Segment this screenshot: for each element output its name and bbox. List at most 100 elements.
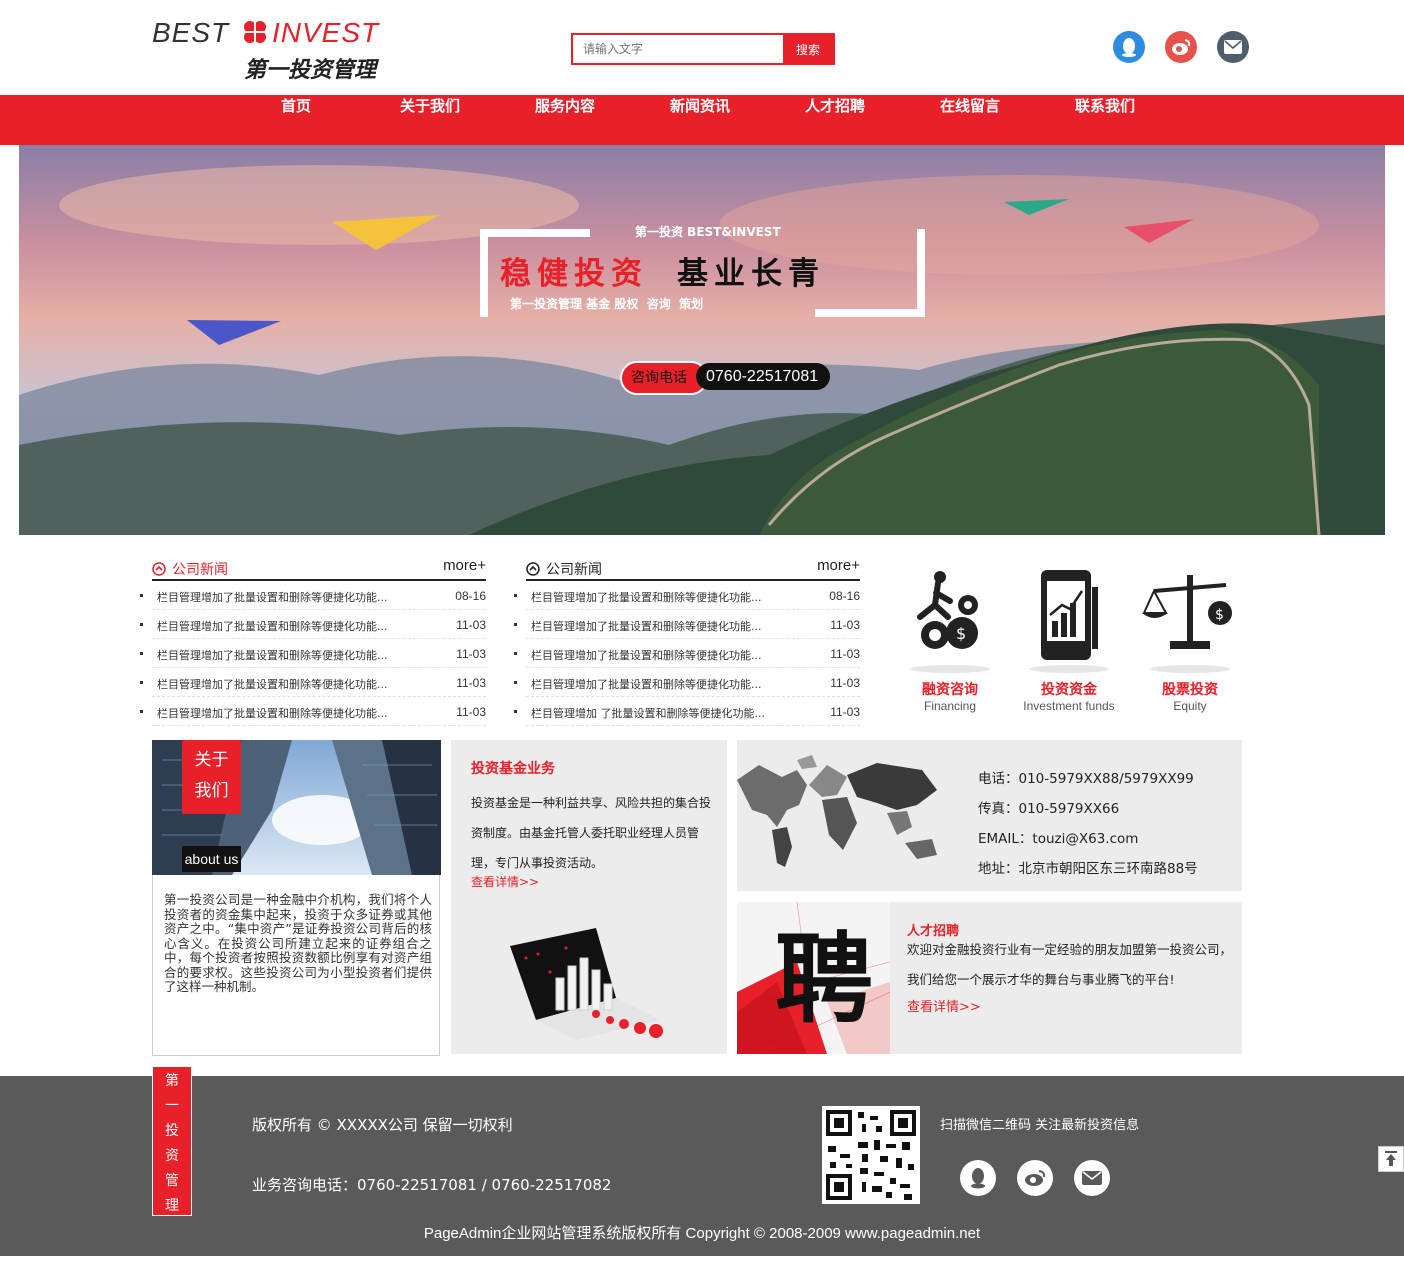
news-item-title[interactable]: 栏目管理增加了批量设置和删除等便捷化功能... xyxy=(157,589,388,605)
nav-item-services[interactable]: 服务内容 xyxy=(535,95,595,145)
svg-text:$: $ xyxy=(956,624,966,643)
nav-item-contact[interactable]: 联系我们 xyxy=(1075,95,1135,145)
service-financing[interactable]: $ 融资咨询 Financing xyxy=(900,565,1000,713)
news-item-date: 11-03 xyxy=(456,705,486,719)
logo-best-text: BEST xyxy=(152,17,230,48)
fund-panel: 投资基金业务 投资基金是一种利益共享、风险共担的集合投资制度。由基金托管人委托职… xyxy=(451,740,727,1054)
search-input[interactable] xyxy=(573,35,783,63)
news-item-date: 11-03 xyxy=(830,618,860,632)
search-button[interactable]: 搜索 xyxy=(783,35,833,63)
hero-banner: 第一投资 BEST&INVEST 稳健投资 基业长青 第一投资管理 基金 股权 … xyxy=(19,145,1385,535)
footer-hotline: 业务咨询电话：0760-22517081 / 0760-22517082 xyxy=(252,1176,612,1194)
news-item[interactable]: 栏目管理增加了批量设置和删除等便捷化功能... 08-16 xyxy=(514,581,860,610)
news-item[interactable]: 栏目管理增加了批量设置和删除等便捷化功能... 08-16 xyxy=(140,581,486,610)
contact-address: 地址：北京市朝阳区东三环南路88号 xyxy=(978,861,1198,877)
footer-copyright: 版权所有 © XXXXX公司 保留一切权利 xyxy=(252,1116,513,1134)
news-item-title[interactable]: 栏目管理增加了批量设置和删除等便捷化功能... xyxy=(157,647,388,663)
world-map-image xyxy=(737,755,937,867)
news-title: 公司新闻 xyxy=(172,562,228,578)
fund-more-link[interactable]: 查看详情>> xyxy=(471,873,539,890)
news-item-date: 11-03 xyxy=(456,647,486,661)
logo-chinese-text: 第一投资管理 xyxy=(244,58,377,83)
banner-headline-black: 基业长青 xyxy=(677,256,825,292)
contact-email[interactable]: EMAIL：touzi@X63.com xyxy=(978,824,1198,854)
nav-item-home[interactable]: 首页 xyxy=(281,95,311,145)
footer-weibo-icon[interactable] xyxy=(1017,1160,1053,1196)
news-more-link[interactable]: more+ xyxy=(817,557,860,574)
footer-vertical-char: 一 xyxy=(165,1098,179,1114)
logo-invest-text: INVEST xyxy=(272,17,380,48)
contact-phone: 电话：010-5979XX88/5979XX99 xyxy=(978,771,1194,787)
news-item-title[interactable]: 栏目管理增加了批量设置和删除等便捷化功能... xyxy=(531,647,762,663)
about-text: 第一投资公司是一种金融中介机构，我们将个人投资者的资金集中起来，投资于众多证券或… xyxy=(164,892,432,994)
news-item[interactable]: 栏目管理增加了批量设置和删除等便捷化功能... 11-03 xyxy=(140,610,486,639)
news-item-title[interactable]: 栏目管理增加了批量设置和删除等便捷化功能... xyxy=(157,676,388,692)
recruit-panel: 聘 人才招聘 欢迎对金融投资行业有一定经验的朋友加盟第一投资公司，我们给您一个展… xyxy=(737,902,1242,1054)
footer-vertical-label: 第 一 投 资 管 理 xyxy=(152,1066,192,1216)
qq-icon[interactable] xyxy=(1113,31,1145,63)
clover-logo-icon xyxy=(244,21,266,45)
footer-vertical-char: 资 xyxy=(165,1148,179,1164)
about-label-line2: 我们 xyxy=(194,781,229,801)
news-header: 公司新闻 more+ xyxy=(152,557,486,581)
footer-vertical-char: 理 xyxy=(165,1198,179,1214)
about-label-box: 关于 我们 xyxy=(182,740,241,814)
service-subtitle: Equity xyxy=(1173,699,1207,713)
back-to-top-button[interactable] xyxy=(1378,1146,1404,1172)
news-more-link[interactable]: more+ xyxy=(443,557,486,574)
service-subtitle: Investment funds xyxy=(1023,699,1115,713)
news-item[interactable]: 栏目管理增加 了批量设置和删除等便捷化功能... 11-03 xyxy=(514,697,860,726)
weibo-icon[interactable] xyxy=(1165,31,1197,63)
news-item-date: 11-03 xyxy=(456,676,486,690)
service-equity[interactable]: $ 股票投资 Equity xyxy=(1140,565,1240,713)
news-item[interactable]: 栏目管理增加了批量设置和删除等便捷化功能... 11-03 xyxy=(140,697,486,726)
news-item[interactable]: 栏目管理增加了批量设置和删除等便捷化功能... 11-03 xyxy=(514,639,860,668)
footer-vertical-char: 投 xyxy=(165,1123,179,1139)
news-item[interactable]: 栏目管理增加了批量设置和删除等便捷化功能... 11-03 xyxy=(514,668,860,697)
news-item-title[interactable]: 栏目管理增加了批量设置和删除等便捷化功能... xyxy=(531,676,762,692)
news-item[interactable]: 栏目管理增加了批量设置和删除等便捷化功能... 11-03 xyxy=(140,639,486,668)
svg-text:$: $ xyxy=(1215,607,1224,623)
footer-vertical-char: 管 xyxy=(165,1173,179,1189)
news-item-title[interactable]: 栏目管理增加了批量设置和删除等便捷化功能... xyxy=(157,618,388,634)
service-investment-funds[interactable]: 投资资金 Investment funds xyxy=(1014,565,1124,713)
news-item-date: 11-03 xyxy=(830,676,860,690)
recruit-text: 欢迎对金融投资行业有一定经验的朋友加盟第一投资公司，我们给您一个展示才华的舞台与… xyxy=(907,942,1233,987)
search-box: 搜索 xyxy=(571,33,835,65)
news-item-date: 11-03 xyxy=(830,647,860,661)
news-item[interactable]: 栏目管理增加了批量设置和删除等便捷化功能... 11-03 xyxy=(140,668,486,697)
laptop-chart-image xyxy=(510,928,663,1040)
fund-text: 投资基金是一种利益共享、风险共担的集合投资制度。由基金托管人委托职业经理人员管理… xyxy=(471,796,712,870)
news-item[interactable]: 栏目管理增加了批量设置和删除等便捷化功能... 11-03 xyxy=(514,610,860,639)
nav-item-careers[interactable]: 人才招聘 xyxy=(805,95,865,145)
news-item-title[interactable]: 栏目管理增加了批量设置和删除等便捷化功能... xyxy=(531,618,762,634)
news-item-title[interactable]: 栏目管理增加了批量设置和删除等便捷化功能... xyxy=(531,589,762,605)
mail-icon[interactable] xyxy=(1217,31,1249,63)
news-panel-left: 公司新闻 more+ 栏目管理增加了批量设置和删除等便捷化功能... 08-16 … xyxy=(140,557,486,726)
footer-qr-text: 扫描微信二维码 关注最新投资信息 xyxy=(940,1118,1140,1133)
about-label-en: about us xyxy=(182,846,241,872)
recruit-more-link[interactable]: 查看详情>> xyxy=(907,996,981,1015)
contact-info: 电话：010-5979XX88/5979XX99 传真：010-5979XX66… xyxy=(978,764,1198,884)
banner-headline-red: 稳健投资 xyxy=(500,256,648,292)
footer-qq-icon[interactable] xyxy=(960,1160,996,1196)
about-label-line1: 关于 xyxy=(194,750,229,770)
arrow-circle-icon xyxy=(526,562,540,576)
contact-fax: 传真：010-5979XX66 xyxy=(978,801,1120,817)
news-item-title[interactable]: 栏目管理增加了批量设置和删除等便捷化功能... xyxy=(157,705,388,721)
nav-item-messages[interactable]: 在线留言 xyxy=(940,95,1000,145)
contact-panel: 电话：010-5979XX88/5979XX99 传真：010-5979XX66… xyxy=(737,740,1242,891)
news-item-date: 11-03 xyxy=(830,705,860,719)
hotline-label: 咨询电话 xyxy=(620,361,708,395)
news-item-date: 11-03 xyxy=(456,618,486,632)
footer-bottom-text: PageAdmin企业网站管理系统版权所有 Copyright © 2008-2… xyxy=(423,1225,981,1242)
banner-tagline: 第一投资 BEST&INVEST xyxy=(635,225,781,239)
nav-item-about[interactable]: 关于我们 xyxy=(400,95,460,145)
phone-chart-icon xyxy=(1029,570,1109,673)
footer-mail-icon[interactable] xyxy=(1074,1160,1110,1196)
news-header: 公司新闻 more+ xyxy=(526,557,860,581)
arrow-up-icon xyxy=(1385,1151,1397,1166)
nav-item-news[interactable]: 新闻资讯 xyxy=(670,95,730,145)
wechat-qr-code-icon xyxy=(822,1106,920,1204)
news-item-title[interactable]: 栏目管理增加 了批量设置和删除等便捷化功能... xyxy=(531,705,765,721)
